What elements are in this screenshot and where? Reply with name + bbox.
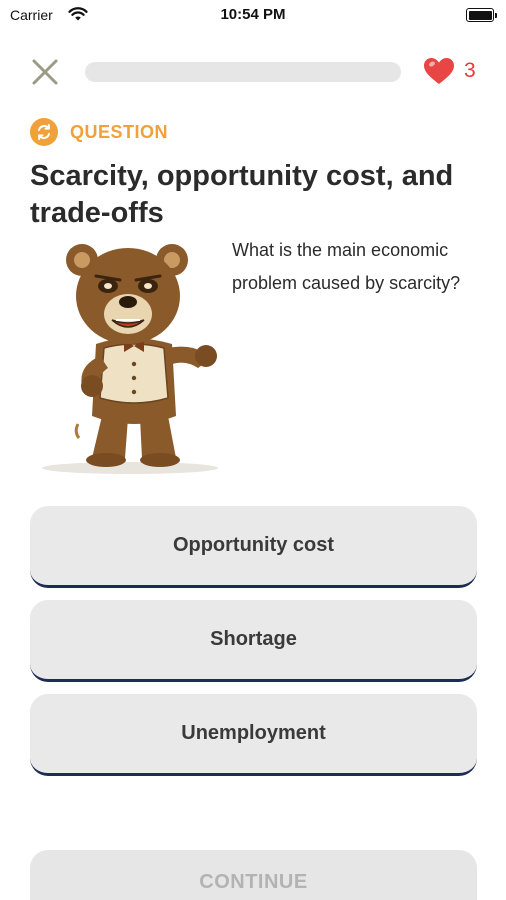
answer-option[interactable]: Opportunity cost: [30, 506, 477, 588]
heart-icon: [424, 58, 454, 84]
continue-button[interactable]: CONTINUE: [30, 850, 477, 900]
status-time: 10:54 PM: [220, 6, 286, 23]
question-prompt: What is the main economic problem caused…: [232, 240, 461, 293]
question-label-text: QUESTION: [70, 121, 169, 142]
bear-illustration: [42, 244, 218, 474]
progress-bar: [85, 62, 401, 82]
quiz-screen: Carrier 10:54 PM 3 QUESTION Scarcity, op…: [0, 0, 506, 900]
lesson-title: Scarcity, opportunity cost, and trade-of…: [30, 160, 454, 229]
hearts-counter: 3: [422, 56, 476, 86]
answer-option[interactable]: Unemployment: [30, 694, 477, 776]
refresh-icon: [30, 118, 58, 146]
battery-icon: [466, 8, 497, 22]
status-bar: Carrier 10:54 PM: [0, 0, 506, 30]
hearts-count: 3: [464, 59, 476, 82]
close-icon[interactable]: [29, 56, 61, 88]
question-label: QUESTION: [30, 118, 168, 146]
answer-option[interactable]: Shortage: [30, 600, 477, 682]
